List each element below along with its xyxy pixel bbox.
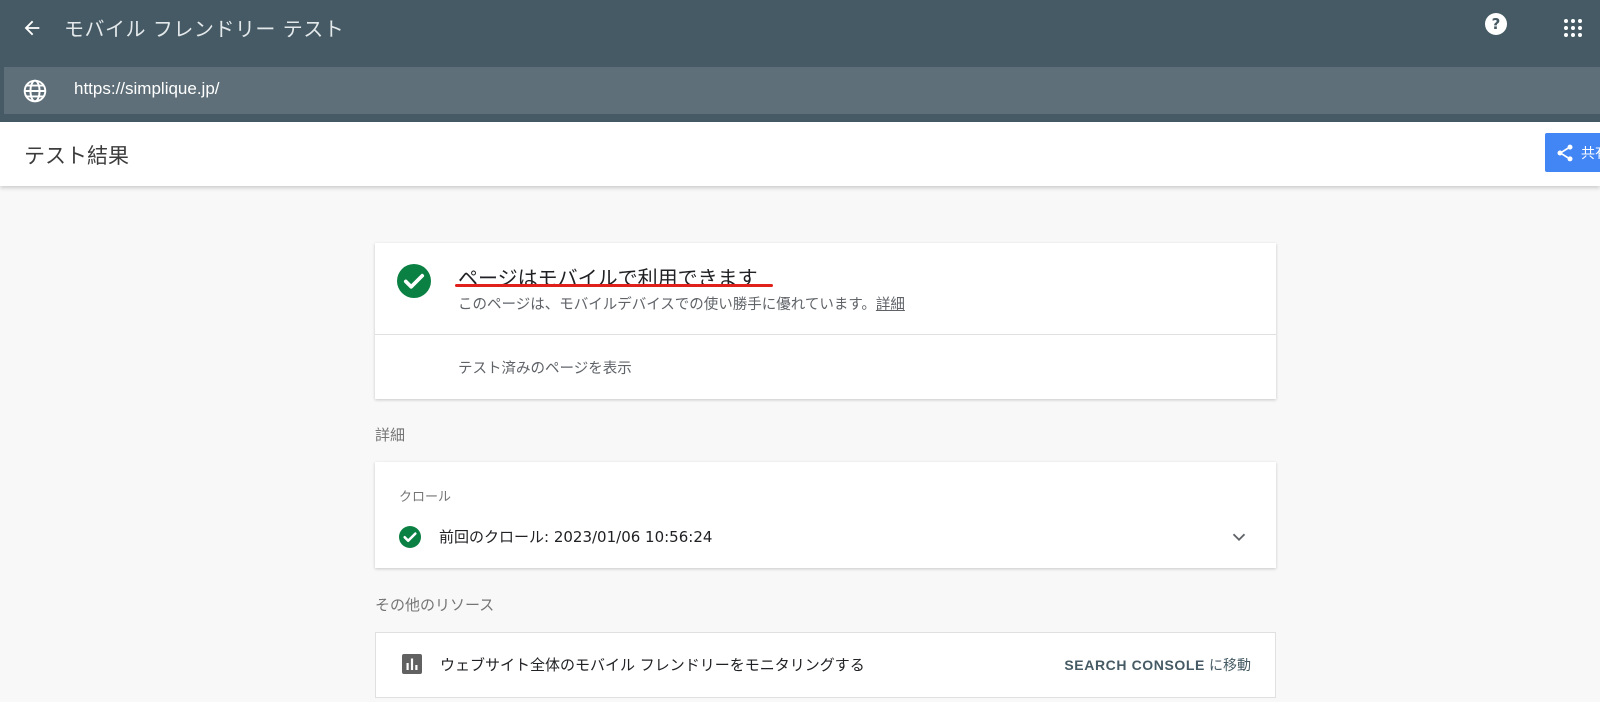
search-console-link[interactable]: SEARCH CONSOLE に移動 [1064, 655, 1251, 675]
help-icon-glyph: ? [1491, 15, 1501, 33]
share-button-label: 共有 [1581, 145, 1600, 162]
url-input-bar[interactable]: https://simplique.jp/ [4, 67, 1600, 114]
details-section-label: 詳細 [375, 426, 406, 444]
crawl-card[interactable]: クロール 前回のクロール: 2023/01/06 10:56:24 [375, 462, 1276, 568]
last-crawl-text: 前回のクロール: 2023/01/06 10:56:24 [439, 528, 713, 546]
chevron-down-icon[interactable] [1228, 526, 1250, 548]
help-icon[interactable]: ? [1485, 13, 1507, 35]
top-app-bar: モバイル フレンドリー テスト ? https://simplique.jp/ [0, 0, 1600, 122]
apps-grid-icon[interactable] [1561, 16, 1585, 40]
url-input[interactable]: https://simplique.jp/ [74, 79, 220, 99]
status-description-text: このページは、モバイルデバイスでの使い勝手に優れています。 [458, 297, 876, 313]
crawl-label: クロール [399, 490, 452, 505]
bar-chart-icon [402, 654, 422, 674]
search-console-suffix: に移動 [1209, 658, 1251, 674]
annotation-underline [455, 284, 773, 287]
monitor-text: ウェブサイト全体のモバイル フレンドリーをモニタリングする [440, 656, 865, 674]
share-icon [1557, 144, 1573, 161]
divider [375, 334, 1276, 335]
resource-card: ウェブサイト全体のモバイル フレンドリーをモニタリングする SEARCH CON… [375, 632, 1276, 698]
back-arrow-icon [24, 20, 40, 36]
result-summary-card: ページはモバイルで利用できます このページは、モバイルデバイスでの使い勝手に優れ… [375, 243, 1276, 399]
back-button[interactable] [14, 12, 50, 44]
check-circle-icon [399, 526, 421, 548]
search-console-label: SEARCH CONSOLE [1064, 657, 1205, 673]
share-button[interactable]: 共有 [1545, 133, 1600, 172]
page-title: テスト結果 [24, 144, 129, 168]
globe-icon [23, 79, 47, 103]
status-description: このページは、モバイルデバイスでの使い勝手に優れています。詳細 [458, 293, 905, 314]
result-header: テスト結果 共有 [0, 122, 1600, 186]
check-circle-icon [397, 264, 431, 298]
resources-section-label: その他のリソース [375, 596, 495, 614]
detail-link[interactable]: 詳細 [876, 297, 905, 313]
app-title: モバイル フレンドリー テスト [64, 17, 345, 41]
view-tested-page-button[interactable]: テスト済みのページを表示 [458, 357, 632, 378]
